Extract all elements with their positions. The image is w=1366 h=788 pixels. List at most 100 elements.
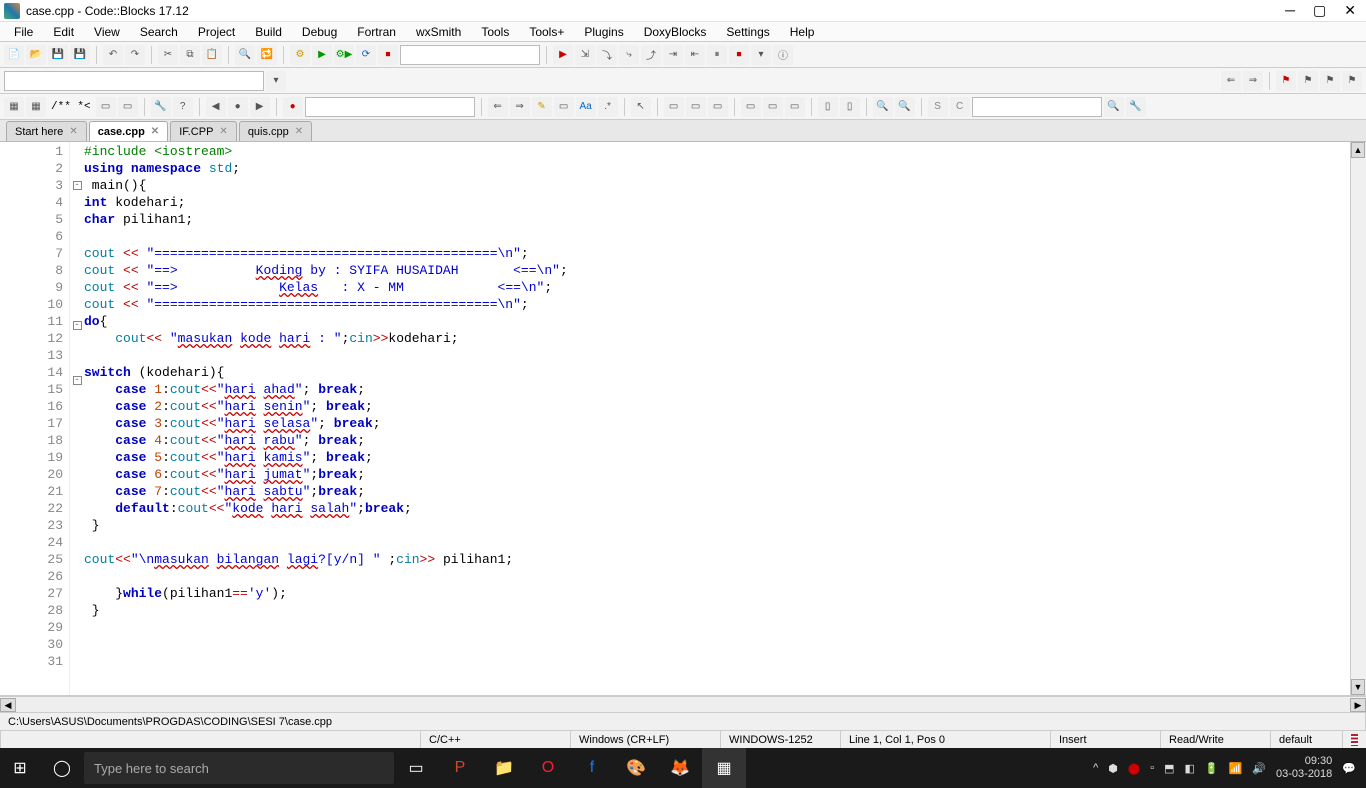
find-icon[interactable]: 🔍	[235, 45, 255, 65]
codeblocks-icon[interactable]: ▦	[702, 748, 746, 788]
tray-app3-icon[interactable]: ▫	[1150, 762, 1154, 774]
facebook-icon[interactable]: f	[570, 748, 614, 788]
menu-project[interactable]: Project	[188, 24, 245, 40]
menu-edit[interactable]: Edit	[43, 24, 84, 40]
search-go-icon[interactable]: ▾	[266, 71, 286, 91]
horizontal-scrollbar[interactable]: ◀ ▶	[0, 696, 1366, 712]
jump-mark-icon[interactable]: ●	[228, 97, 248, 117]
bookmark-prev-icon[interactable]: ⚑	[1298, 71, 1318, 91]
replace-icon[interactable]: 🔁	[257, 45, 277, 65]
tab-case-cpp[interactable]: case.cpp✕	[89, 121, 168, 141]
run-to-cursor-icon[interactable]: ⇲	[575, 45, 595, 65]
line-comment-icon[interactable]: ▭	[118, 97, 138, 117]
doxy2-icon[interactable]: ▦	[26, 97, 46, 117]
scroll-up-icon[interactable]: ▲	[1351, 142, 1365, 158]
minimize-button[interactable]: ─	[1285, 2, 1295, 19]
win2-icon[interactable]: ▭	[686, 97, 706, 117]
maximize-button[interactable]: ▢	[1313, 2, 1326, 19]
zoom-out-icon[interactable]: 🔍	[895, 97, 915, 117]
vertical-scrollbar[interactable]: ▲ ▼	[1350, 142, 1366, 695]
redo-icon[interactable]: ↷	[125, 45, 145, 65]
menu-build[interactable]: Build	[245, 24, 292, 40]
tray-app2-icon[interactable]: ⬤	[1128, 762, 1140, 775]
start-button[interactable]: ⊞	[0, 748, 40, 788]
search-combo[interactable]	[4, 71, 264, 91]
paint-icon[interactable]: 🎨	[614, 748, 658, 788]
help-icon[interactable]: ?	[173, 97, 193, 117]
menu-plugins[interactable]: Plugins	[574, 24, 633, 40]
layout3-icon[interactable]: ▭	[785, 97, 805, 117]
record-macro-icon[interactable]: ●	[283, 97, 303, 117]
build-icon[interactable]: ⚙	[290, 45, 310, 65]
explorer-icon[interactable]: 📁	[482, 748, 526, 788]
menu-view[interactable]: View	[84, 24, 130, 40]
menu-settings[interactable]: Settings	[716, 24, 779, 40]
rebuild-icon[interactable]: ⟳	[356, 45, 376, 65]
open-icon[interactable]: 📂	[26, 45, 46, 65]
tray-app1-icon[interactable]: ⬢	[1108, 762, 1118, 775]
tab-start-here[interactable]: Start here✕	[6, 121, 87, 141]
menu-tools[interactable]: Tools	[471, 24, 519, 40]
split1-icon[interactable]: ▯	[818, 97, 838, 117]
split2-icon[interactable]: ▯	[840, 97, 860, 117]
win3-icon[interactable]: ▭	[708, 97, 728, 117]
zoom-in-icon[interactable]: 🔍	[873, 97, 893, 117]
taskview-icon[interactable]: ▭	[394, 748, 438, 788]
copy-icon[interactable]: ⧉	[180, 45, 200, 65]
jump-fwd-icon[interactable]: ▶	[250, 97, 270, 117]
step-out-icon[interactable]: ⤴	[641, 45, 661, 65]
hl-back-icon[interactable]: ⇐	[488, 97, 508, 117]
menu-wxsmith[interactable]: wxSmith	[406, 24, 471, 40]
tab-close-icon[interactable]: ✕	[151, 126, 159, 137]
next-instr-icon[interactable]: ⇥	[663, 45, 683, 65]
debug-run-icon[interactable]: ▶	[553, 45, 573, 65]
info-icon[interactable]: ⓘ	[773, 45, 793, 65]
layout2-icon[interactable]: ▭	[763, 97, 783, 117]
taskbar-search[interactable]: Type here to search	[84, 752, 394, 784]
run-icon[interactable]: ▶	[312, 45, 332, 65]
volume-icon[interactable]: 🔊	[1252, 762, 1266, 775]
stop-debug-icon[interactable]: ⏹	[729, 45, 749, 65]
hl-clear-icon[interactable]: ▭	[554, 97, 574, 117]
build-run-icon[interactable]: ⚙▶	[334, 45, 354, 65]
goto-icon[interactable]: 🔍	[1104, 97, 1124, 117]
nav-back-icon[interactable]: ⇐	[1221, 71, 1241, 91]
debug-windows-icon[interactable]: ▾	[751, 45, 771, 65]
step-instr-icon[interactable]: ⇤	[685, 45, 705, 65]
menu-tools+[interactable]: Tools+	[519, 24, 574, 40]
bookmark-next-icon[interactable]: ⚑	[1320, 71, 1340, 91]
jump-back-icon[interactable]: ◀	[206, 97, 226, 117]
macro-select[interactable]	[305, 97, 475, 117]
notifications-icon[interactable]: 💬	[1342, 762, 1356, 775]
powerpoint-icon[interactable]: P	[438, 748, 482, 788]
menu-debug[interactable]: Debug	[292, 24, 347, 40]
lang-flag-icon[interactable]	[1351, 734, 1358, 746]
scroll-right-icon[interactable]: ▶	[1350, 698, 1366, 712]
wifi-icon[interactable]: 📶	[1229, 762, 1243, 775]
cut-icon[interactable]: ✂	[158, 45, 178, 65]
taskbar-clock[interactable]: 09:30 03-03-2018	[1276, 755, 1332, 781]
src-icon[interactable]: S	[928, 97, 948, 117]
match-case-icon[interactable]: Aa	[576, 97, 596, 117]
save-icon[interactable]: 💾	[48, 45, 68, 65]
tab-if-cpp[interactable]: IF.CPP✕	[170, 121, 237, 141]
bookmark-toggle-icon[interactable]: ⚑	[1276, 71, 1296, 91]
save-all-icon[interactable]: 💾	[70, 45, 90, 65]
code-editor[interactable]: #include <iostream>using namespace std; …	[84, 142, 1366, 695]
abort-icon[interactable]: ⏹	[378, 45, 398, 65]
win1-icon[interactable]: ▭	[664, 97, 684, 117]
tray-app5-icon[interactable]: ◧	[1185, 762, 1195, 775]
build-target-select[interactable]	[400, 45, 540, 65]
battery-icon[interactable]: 🔋	[1205, 762, 1219, 775]
tab-close-icon[interactable]: ✕	[69, 126, 77, 137]
cls-icon[interactable]: C	[950, 97, 970, 117]
firefox-icon[interactable]: 🦊	[658, 748, 702, 788]
cortana-icon[interactable]: ◯	[40, 748, 84, 788]
undo-icon[interactable]: ↶	[103, 45, 123, 65]
step-into-icon[interactable]: ⤷	[619, 45, 639, 65]
menu-file[interactable]: File	[4, 24, 43, 40]
regex-icon[interactable]: .*	[598, 97, 618, 117]
tab-quis-cpp[interactable]: quis.cpp✕	[239, 121, 312, 141]
scroll-down-icon[interactable]: ▼	[1351, 679, 1365, 695]
nav-fwd-icon[interactable]: ⇒	[1243, 71, 1263, 91]
